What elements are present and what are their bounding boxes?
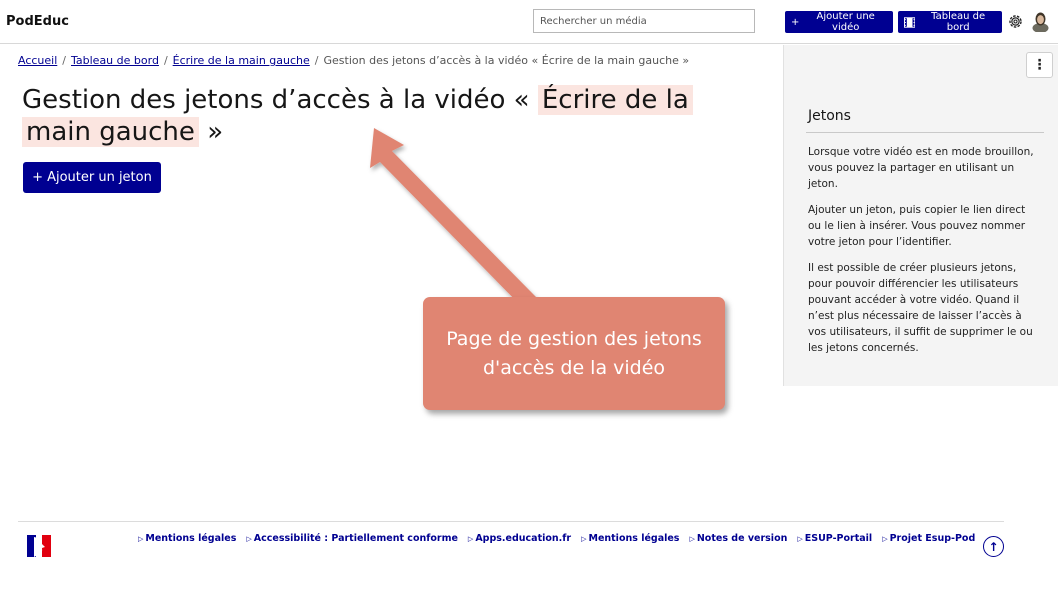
help-paragraph: Il est possible de créer plusieurs jeton… <box>808 262 1033 354</box>
add-video-button[interactable]: + Ajouter une vidéo <box>785 11 893 33</box>
breadcrumb-current: Gestion des jetons d’accès à la vidéo « … <box>323 54 690 67</box>
add-token-label: Ajouter un jeton <box>47 170 152 185</box>
plus-icon: + <box>791 16 800 28</box>
annotation-callout: Page de gestion des jetons d'accès de la… <box>423 297 725 410</box>
gear-icon[interactable] <box>1007 13 1024 30</box>
title-prefix: Gestion des jetons d’accès à la vidéo « <box>22 85 530 115</box>
top-navbar: PodEduc + Ajouter une vidéo Tableau de b… <box>0 0 1058 44</box>
brand-logo-text[interactable]: PodEduc <box>6 14 69 29</box>
info-sidebar: ⋮ Jetons Lorsque votre vidéo est en mode… <box>783 45 1058 386</box>
footer-link[interactable]: ▷ Mentions légales <box>138 533 236 544</box>
help-paragraph: Lorsque votre vidéo est en mode brouillo… <box>808 146 1034 190</box>
footer-links: ▷ Mentions légales ▷ Accessibilité : Parti… <box>138 533 975 544</box>
breadcrumb-dashboard-link[interactable]: Tableau de bord <box>71 54 159 67</box>
triangle-right-icon: ▷ <box>467 535 474 543</box>
footer-link-label: Mentions légales <box>145 533 237 544</box>
footer-link-label: Projet Esup-Pod <box>889 533 976 544</box>
triangle-right-icon: ▷ <box>797 535 803 543</box>
breadcrumb-separator: / <box>314 54 319 67</box>
back-to-top-button[interactable]: ↑ <box>983 536 1004 557</box>
footer-link[interactable]: ▷ ESUP-Portail <box>797 533 872 544</box>
triangle-right-icon: ▷ <box>689 535 695 543</box>
breadcrumb-separator: / <box>163 54 168 67</box>
title-highlight: Écrire de la <box>537 85 693 115</box>
kebab-menu-icon[interactable]: ⋮ <box>1026 52 1053 78</box>
sidebar-divider <box>806 132 1044 133</box>
search-input[interactable] <box>533 9 755 33</box>
footer-link-label: Mentions légales <box>588 533 680 544</box>
footer-link-label: Notes de version <box>696 533 788 544</box>
dashboard-button[interactable]: Tableau de bord <box>898 11 1002 33</box>
title-suffix: » <box>207 117 224 147</box>
plus-icon: + <box>32 170 44 185</box>
breadcrumb-video-link[interactable]: Écrire de la main gauche <box>173 54 310 67</box>
triangle-right-icon: ▷ <box>138 535 144 543</box>
triangle-right-icon: ▷ <box>246 535 252 543</box>
footer-link[interactable]: ▷ Apps.education.fr <box>468 533 571 544</box>
add-video-label: Ajouter une vidéo <box>816 11 875 33</box>
footer-link[interactable]: ▷ Accessibilité : Partiellement conforme <box>246 533 458 544</box>
triangle-right-icon: ▷ <box>882 535 888 543</box>
footer-link[interactable]: ▷ Notes de version <box>689 533 787 544</box>
film-icon <box>904 16 916 28</box>
sidebar-help-text: Lorsque votre vidéo est en mode brouillo… <box>808 144 1040 366</box>
page-title: Gestion des jetons d’accès à la vidéo « … <box>22 84 712 148</box>
breadcrumb-home-link[interactable]: Accueil <box>18 54 57 67</box>
add-token-button[interactable]: + Ajouter un jeton <box>23 162 161 193</box>
footer-link-label: Accessibilité : Partiellement conforme <box>253 533 458 544</box>
sidebar-title: Jetons <box>808 108 851 124</box>
footer-link-label: Apps.education.fr <box>475 533 572 544</box>
dashboard-label: Tableau de bord <box>931 11 986 33</box>
marianne-logo-icon <box>27 535 51 557</box>
breadcrumb-separator: / <box>62 54 66 67</box>
arrow-up-icon: ↑ <box>988 539 999 554</box>
footer-divider <box>18 521 1004 522</box>
arrow-shape <box>370 128 536 307</box>
title-highlight: main gauche <box>22 117 199 147</box>
footer-link[interactable]: ▷ Mentions légales <box>581 533 679 544</box>
user-avatar-icon[interactable] <box>1031 11 1050 32</box>
triangle-right-icon: ▷ <box>581 535 587 543</box>
footer-link[interactable]: ▷ Projet Esup-Pod <box>882 533 975 544</box>
help-paragraph: Ajouter un jeton, puis copier le lien di… <box>808 204 1026 248</box>
footer-link-label: ESUP-Portail <box>804 533 873 544</box>
callout-text: Page de gestion des jetons d'accès de la… <box>446 327 702 379</box>
breadcrumb: Accueil / Tableau de bord / Écrire de la mai… <box>18 54 689 67</box>
